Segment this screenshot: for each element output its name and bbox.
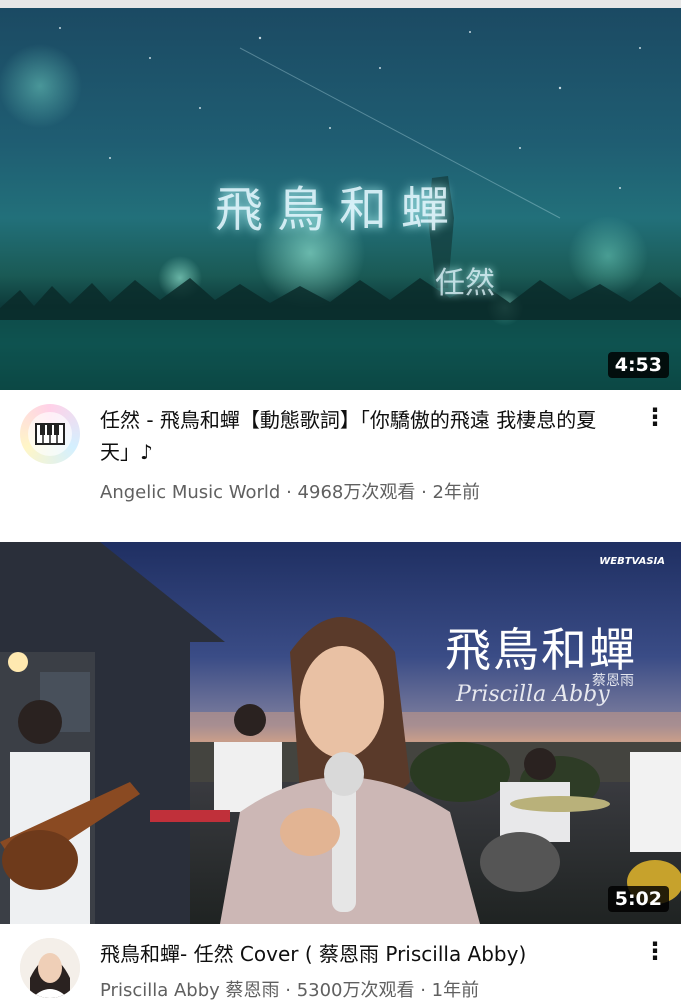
thumbnail-overlay-artist: 任然 [435, 266, 495, 301]
channel-avatar[interactable] [20, 404, 80, 464]
thumbnail-overlay-title: 飛鳥和蟬 [215, 182, 464, 238]
avatar-portrait [20, 938, 80, 998]
video-meta: Angelic Music World · 4968万次观看 · 2年前 [100, 478, 480, 504]
video-thumbnail[interactable]: 飛鳥和蟬 任然 4:53 [0, 8, 681, 390]
duration-badge: 4:53 [607, 352, 669, 378]
channel-name[interactable]: Angelic Music World [100, 482, 280, 503]
more-options-icon[interactable]: ⋮ [643, 936, 667, 966]
video-meta: Priscilla Abby 蔡恩雨 · 5300万次观看 · 1年前 [100, 976, 479, 1002]
meta-separator: · [415, 482, 433, 503]
thumbnail-overlay-artist-cjk: 蔡恩雨 [592, 673, 634, 689]
channel-avatar[interactable] [20, 938, 80, 998]
thumbnail-watermark: WEBTVASIA [599, 556, 665, 567]
upload-age: 1年前 [431, 980, 480, 1001]
thumbnail-overlay-artist-latin: Priscilla Abby [456, 682, 610, 707]
top-divider [0, 0, 681, 8]
video-info: 飛鳥和蟬- 任然 Cover ( 蔡恩雨 Priscilla Abby) Pri… [0, 924, 681, 1002]
video-thumbnail[interactable]: WEBTVASIA 飛鳥和蟬 Priscilla Abby 蔡恩雨 5:02 [0, 542, 681, 924]
meta-separator: · [280, 482, 298, 503]
thumbnail-art [0, 542, 681, 924]
meta-separator: · [414, 980, 432, 1001]
channel-name[interactable]: Priscilla Abby 蔡恩雨 [100, 980, 280, 1001]
video-title[interactable]: 飛鳥和蟬- 任然 Cover ( 蔡恩雨 Priscilla Abby) [100, 938, 610, 970]
view-count: 4968万次观看 [297, 482, 416, 503]
view-count: 5300万次观看 [296, 980, 415, 1001]
upload-age: 2年前 [432, 482, 480, 503]
video-info: 任然 - 飛鳥和蟬【動態歌詞】「你驕傲的飛遠 我棲息的夏天」♪ Angelic … [0, 390, 681, 542]
meta-separator: · [279, 980, 297, 1001]
video-title[interactable]: 任然 - 飛鳥和蟬【動態歌詞】「你驕傲的飛遠 我棲息的夏天」♪ [100, 404, 610, 468]
piano-logo-icon [28, 412, 72, 456]
more-options-icon[interactable]: ⋮ [643, 402, 667, 432]
duration-badge: 5:02 [607, 886, 669, 912]
